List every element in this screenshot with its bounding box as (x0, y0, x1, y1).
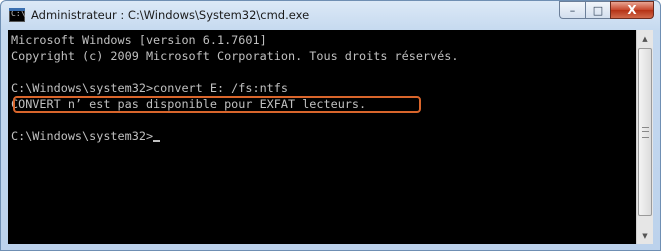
minimize-button[interactable]: – (559, 1, 585, 19)
text-cursor (153, 140, 161, 142)
console-line-copyright: Copyright (c) 2009 Microsoft Corporation… (11, 49, 459, 63)
scroll-up-arrow-icon[interactable]: ▲ (637, 30, 653, 47)
scroll-thumb[interactable] (638, 48, 652, 216)
maximize-button[interactable]: □ (585, 1, 610, 19)
scroll-grip-icon (642, 127, 649, 138)
window-title: Administrateur : C:\Windows\System32\cmd… (31, 8, 310, 22)
console-line-blank-2 (11, 112, 636, 128)
vertical-scrollbar[interactable]: ▲ ▼ (636, 30, 653, 244)
error-highlight-box (13, 96, 421, 113)
cmd-icon[interactable]: C:\ (9, 8, 25, 22)
title-bar[interactable]: C:\ Administrateur : C:\Windows\System32… (1, 1, 660, 29)
console-line-version: Microsoft Windows [version 6.1.7601] (11, 33, 267, 47)
console-line-command: C:\Windows\system32>convert E: /fs:ntfs (11, 81, 288, 95)
console-prompt: C:\Windows\system32> (11, 129, 154, 143)
caption-buttons: – □ X (559, 1, 654, 20)
console-prompt-line[interactable]: C:\Windows\system32> (11, 128, 636, 144)
scroll-down-arrow-icon[interactable]: ▼ (637, 227, 653, 244)
close-button[interactable]: X (610, 1, 654, 19)
cmd-window: C:\ Administrateur : C:\Windows\System32… (0, 0, 661, 251)
console-output[interactable]: Microsoft Windows [version 6.1.7601] Cop… (8, 30, 636, 244)
